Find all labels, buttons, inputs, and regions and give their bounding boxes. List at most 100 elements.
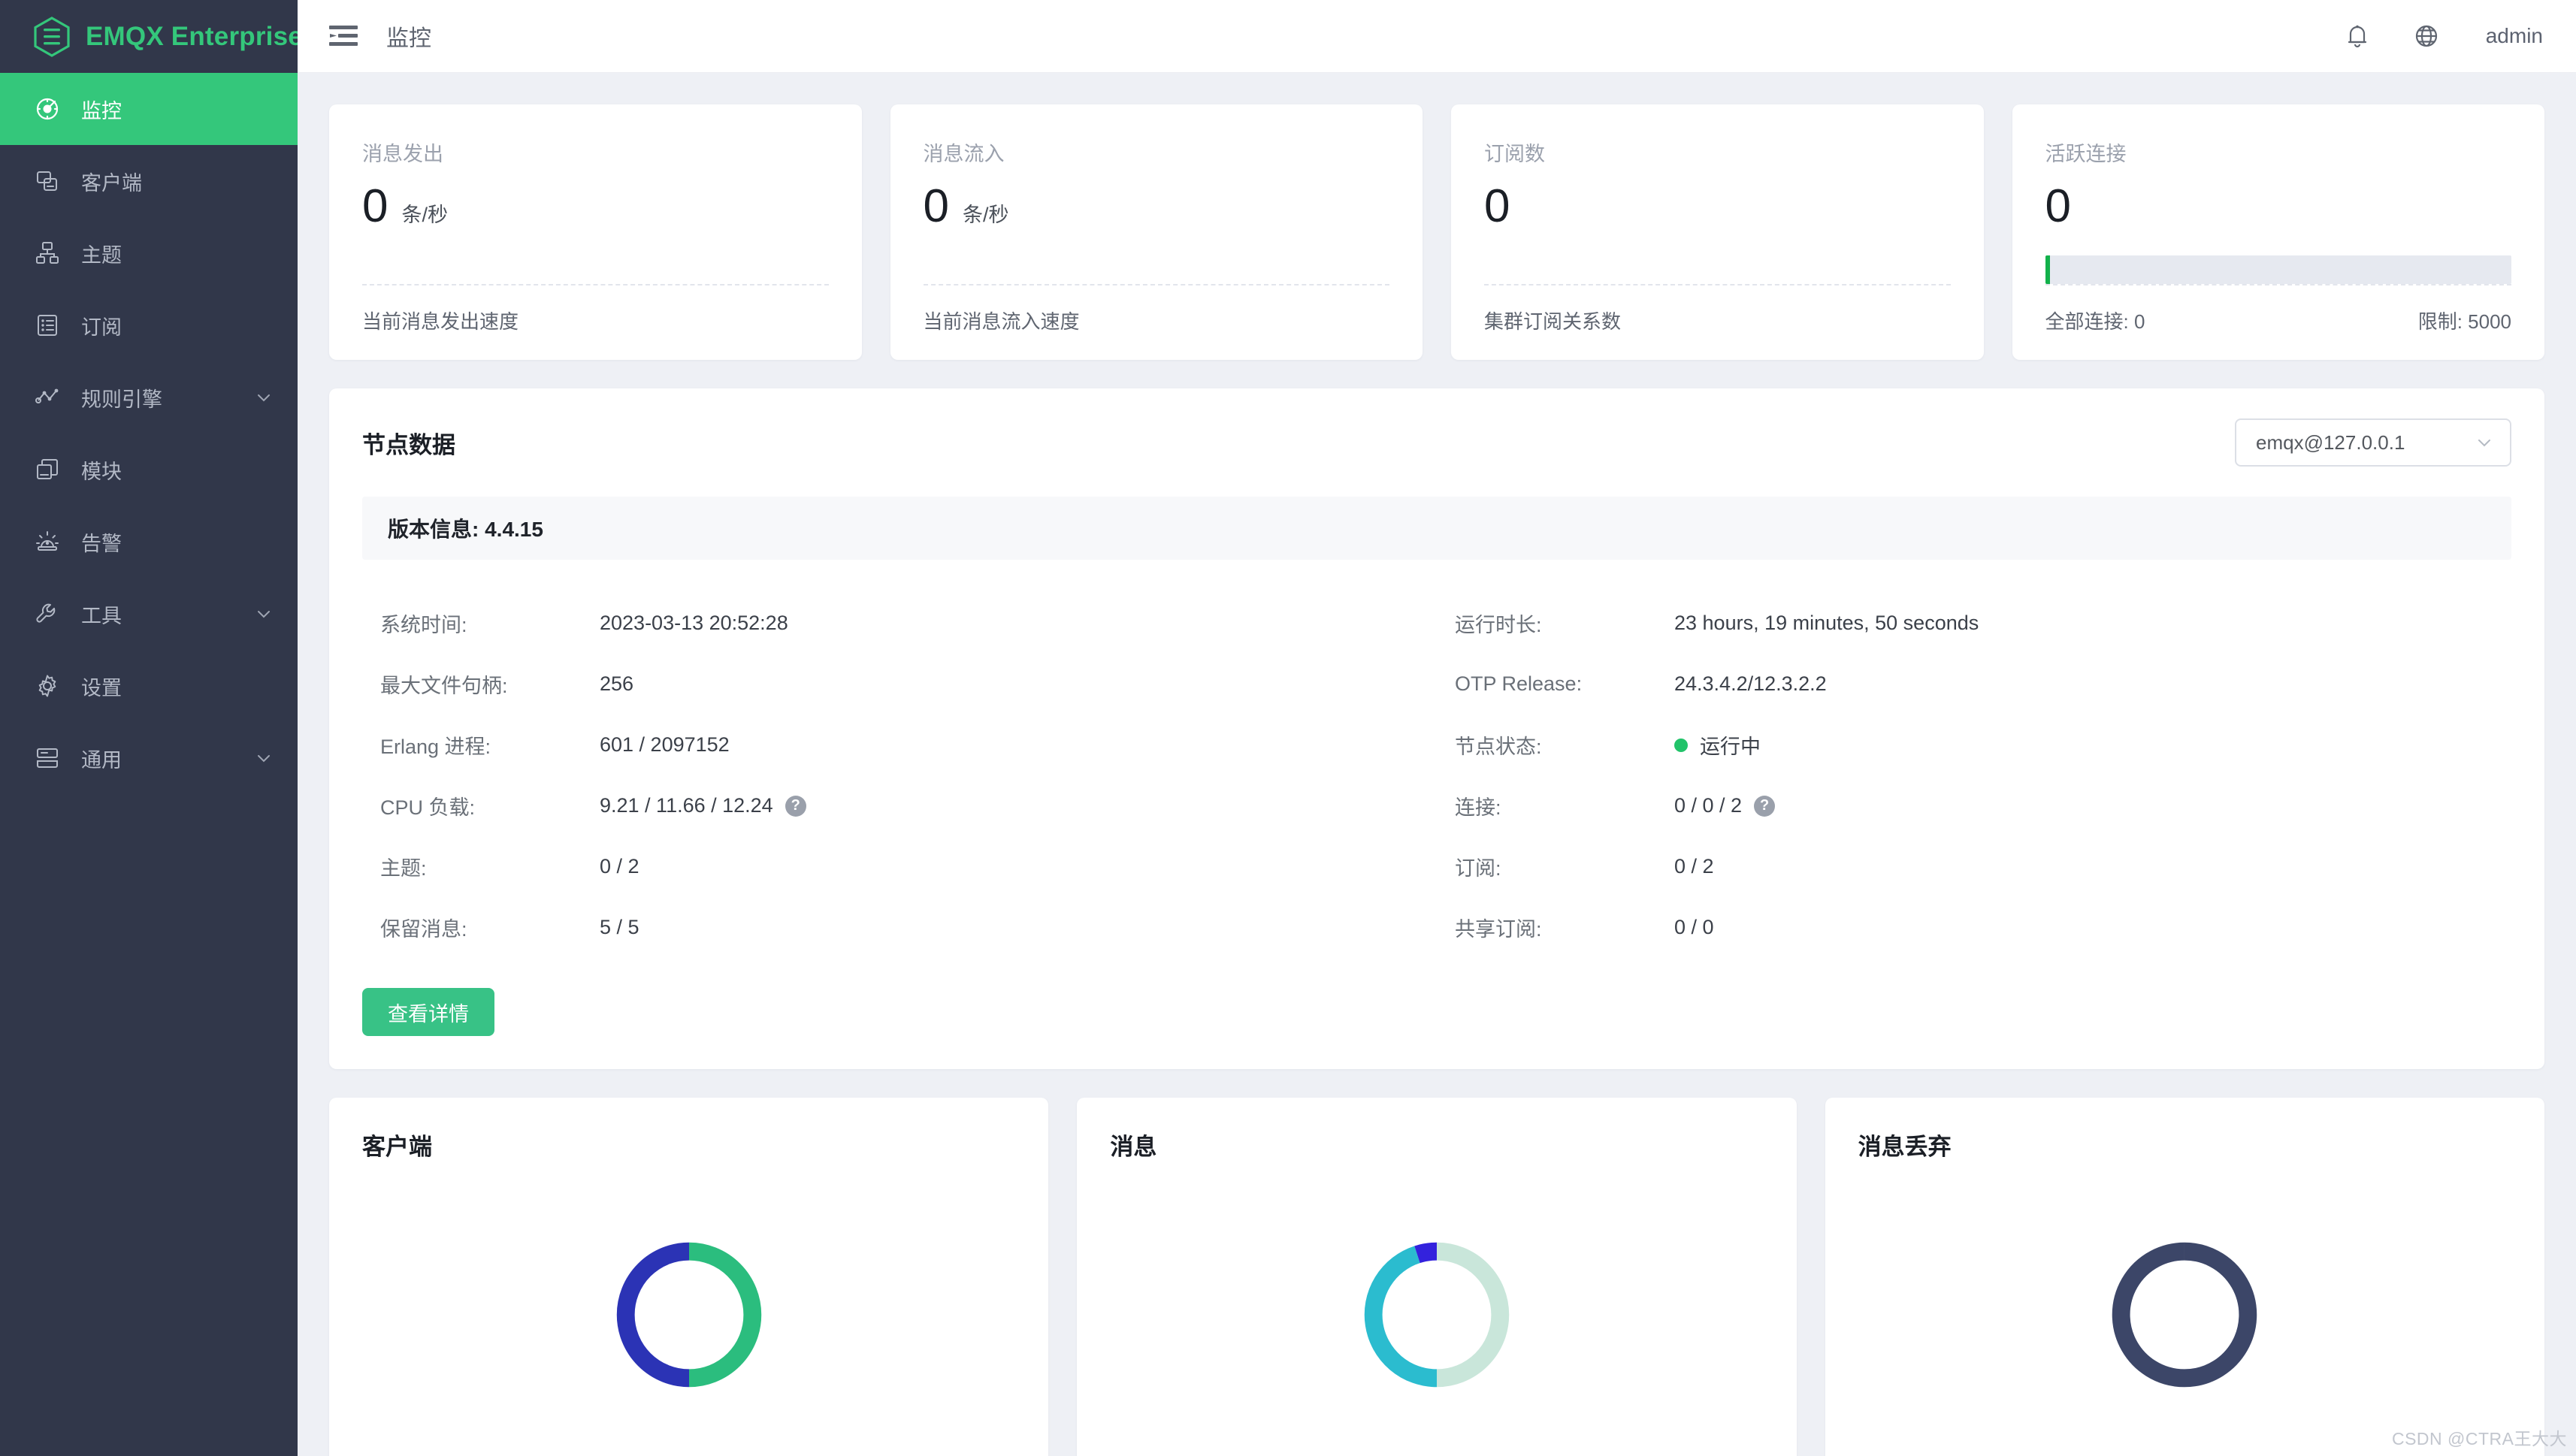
node-detail-row: 最大文件句柄: 256 [362, 654, 1437, 714]
node-detail-key: OTP Release: [1455, 672, 1583, 695]
stat-divider [923, 284, 1389, 285]
sidebar-item-alarm[interactable]: 告警 [0, 506, 298, 578]
node-detail-value: 0 / 2 [1674, 855, 1714, 878]
stat-footer: 集群订阅关系数 [1484, 307, 1951, 334]
stat-card-messages-out: 消息发出 0 条/秒 当前消息发出速度 [329, 104, 862, 360]
node-detail-row: Erlang 进程: 601 / 2097152 [362, 714, 1437, 775]
stat-footer-left: 全部连接: 0 [2045, 310, 2145, 333]
chart-card-messages: 消息 保留消息数保留消息上限订阅关系数 [1077, 1098, 1797, 1456]
node-panel-header: 节点数据 emqx@127.0.0.1 [362, 418, 2511, 467]
page-title: 监控 [386, 26, 431, 51]
donut-svg [616, 1242, 761, 1387]
donut-slices [1364, 1242, 1510, 1387]
donut-slices [2112, 1242, 2257, 1387]
chevron-down-icon [2478, 440, 2490, 447]
node-detail-key: 保留消息: [380, 918, 467, 941]
stat-value-row: 0 [2045, 183, 2512, 230]
donut-slice[interactable] [1414, 1242, 1438, 1263]
stat-value-row: 0 条/秒 [924, 183, 1390, 230]
node-detail-value-text: 0 / 0 / 2 [1674, 794, 1743, 817]
connections-progress-bar [2045, 255, 2050, 284]
modules-icon [37, 459, 58, 479]
stat-footer: 当前消息发出速度 [362, 307, 829, 334]
node-detail-value: 0 / 2 [600, 855, 639, 878]
stat-spacer [924, 230, 1390, 284]
stat-spacer [362, 230, 829, 284]
sidebar-item-rule-engine[interactable]: 规则引擎 [0, 361, 298, 433]
sidebar-item-tools[interactable]: 工具 [0, 578, 298, 650]
node-detail-value: 23 hours, 19 minutes, 50 seconds [1674, 612, 1979, 635]
chevron-down-icon[interactable] [255, 750, 272, 766]
node-detail-row: 运行时长: 23 hours, 19 minutes, 50 seconds [1437, 593, 2511, 654]
stat-card-row: 消息发出 0 条/秒 当前消息发出速度 消息流入 0 条/秒 当前消息流入速度 … [329, 104, 2544, 360]
sidebar-item-topics[interactable]: 主题 [0, 217, 298, 289]
subscriptions-icon [38, 315, 57, 336]
sidebar-item-general[interactable]: 通用 [0, 722, 298, 794]
donut-slices [616, 1242, 761, 1387]
stat-footer-left: 当前消息发出速度 [362, 310, 519, 333]
sidebar-item-clients[interactable]: 客户端 [0, 145, 298, 217]
donut-svg [1364, 1242, 1510, 1387]
stat-footer-left: 集群订阅关系数 [1484, 310, 1622, 333]
sidebar-item-monitoring[interactable]: 监控 [0, 73, 298, 145]
chevron-down-icon[interactable] [255, 389, 272, 406]
sidebar-item-label: 订阅 [81, 316, 122, 339]
page-content: 消息发出 0 条/秒 当前消息发出速度 消息流入 0 条/秒 当前消息流入速度 … [298, 73, 2576, 1456]
sidebar-item-label: 主题 [81, 243, 122, 267]
connections-progress-track [2045, 255, 2511, 284]
node-detail-value: 256 [600, 672, 633, 696]
donut-slice[interactable] [688, 1242, 761, 1387]
stat-value-row: 0 条/秒 [362, 183, 829, 230]
donut-slice[interactable] [1364, 1245, 1438, 1387]
node-detail-key: CPU 负载: [380, 796, 476, 819]
node-detail-value: 0 / 0 / 2 ? [1674, 794, 1776, 817]
node-detail-value-text: 5 / 5 [600, 916, 639, 938]
node-detail-value-text: 256 [600, 672, 634, 695]
chart-title: 消息 [1110, 1134, 1157, 1160]
donut-slice[interactable] [2112, 1242, 2257, 1387]
sidebar-item-subscriptions[interactable]: 订阅 [0, 289, 298, 361]
stat-card-messages-in: 消息流入 0 条/秒 当前消息流入速度 [890, 104, 1423, 360]
stat-value: 0 [1484, 180, 1510, 232]
sidebar-item-label: 客户端 [81, 171, 142, 195]
app-root: EMQX Enterprise 监控 客户端 主题 订阅 规则引擎 模块 告警 … [0, 0, 2576, 1456]
stat-label: 消息流入 [923, 143, 1005, 165]
donut-slice[interactable] [616, 1242, 689, 1387]
general-icon [37, 748, 58, 768]
node-detail-value-text: 0 / 0 [1674, 916, 1714, 938]
sidebar-item-label: 规则引擎 [81, 388, 162, 411]
sidebar-item-settings[interactable]: 设置 [0, 650, 298, 722]
donut-chart-clients [362, 1166, 1015, 1456]
brand[interactable]: EMQX Enterprise [0, 0, 298, 73]
node-detail-row: 节点状态: 运行中 [1437, 714, 2511, 775]
stat-spacer [1484, 230, 1951, 284]
node-detail-row: 系统时间: 2023-03-13 20:52:28 [362, 593, 1437, 654]
node-detail-key: 系统时间: [380, 614, 467, 636]
chevron-down-icon[interactable] [255, 606, 272, 622]
sidebar-item-modules[interactable]: 模块 [0, 433, 298, 506]
language-globe-icon[interactable] [2412, 22, 2441, 50]
stat-label: 订阅数 [1484, 143, 1545, 165]
node-select[interactable]: emqx@127.0.0.1 [2235, 418, 2511, 467]
node-detail-value-text: 23 hours, 19 minutes, 50 seconds [1674, 612, 1979, 634]
stat-value: 0 [923, 180, 949, 232]
view-detail-button[interactable]: 查看详情 [362, 988, 494, 1036]
stat-unit: 条/秒 [962, 204, 1009, 226]
settings-gear-icon [38, 675, 56, 697]
stat-card-active-connections: 活跃连接 0 全部连接: 0 限制: 5000 [2012, 104, 2544, 360]
stat-card-subscriptions: 订阅数 0 集群订阅关系数 [1451, 104, 1984, 360]
chart-title: 消息丢弃 [1858, 1134, 1952, 1160]
menu-collapse-icon[interactable] [329, 25, 358, 47]
notification-bell-icon[interactable] [2343, 22, 2372, 50]
version-info-bar: 版本信息: 4.4.15 [362, 497, 2511, 560]
stat-divider [1484, 284, 1951, 285]
node-detail-value: 2023-03-13 20:52:28 [600, 612, 788, 635]
alarm-icon [36, 531, 59, 551]
node-detail-value-text: 601 / 2097152 [600, 733, 730, 756]
donut-slice[interactable] [1436, 1242, 1510, 1387]
user-menu[interactable]: admin [2486, 24, 2543, 48]
help-icon[interactable]: ? [785, 795, 806, 817]
stat-value: 0 [2045, 180, 2071, 232]
node-detail-value: 9.21 / 11.66 / 12.24 ? [600, 794, 806, 817]
help-icon[interactable]: ? [1754, 795, 1776, 817]
